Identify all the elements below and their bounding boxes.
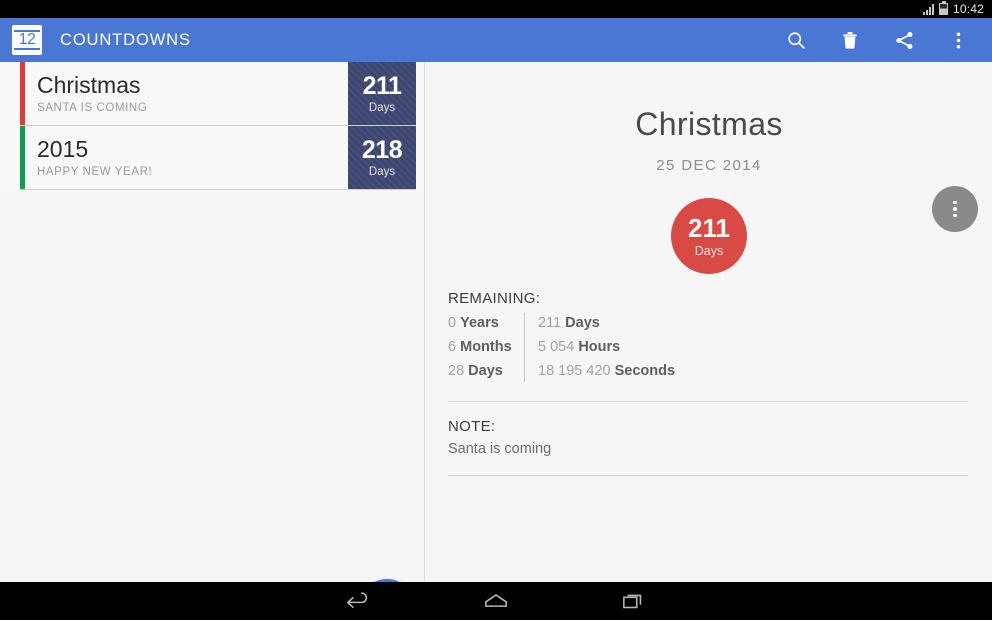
nav-home-icon[interactable] bbox=[476, 587, 516, 615]
delete-icon[interactable] bbox=[838, 28, 862, 52]
status-bar-clock: 10:42 bbox=[952, 2, 984, 16]
remaining-unit: Days bbox=[468, 363, 503, 380]
remaining-number: 0 bbox=[448, 315, 457, 331]
note-heading: NOTE: bbox=[448, 418, 496, 436]
remaining-number: 28 bbox=[448, 363, 465, 380]
list-item-badge: 218 Days bbox=[348, 126, 416, 189]
list-item-badge: 211 Days bbox=[348, 62, 416, 125]
remaining-number: 6 bbox=[448, 339, 457, 356]
nav-back-icon[interactable] bbox=[338, 587, 378, 615]
countdown-list: Christmas SANTA IS COMING 211 Days 2015 … bbox=[0, 62, 424, 190]
remaining-grid: 0 Years 6 Months 28 Days 211 Days 5 054 … bbox=[448, 313, 968, 383]
list-item-badge-unit: Days bbox=[368, 101, 396, 114]
remaining-row: 28 Days bbox=[448, 361, 524, 382]
status-bar: 10:42 bbox=[0, 0, 992, 18]
signal-bars-icon bbox=[922, 3, 934, 15]
remaining-row: 5 054 Hours bbox=[538, 337, 675, 358]
detail-days-number: 211 bbox=[688, 212, 730, 243]
remaining-unit: Hours bbox=[578, 339, 621, 356]
battery-icon bbox=[938, 1, 948, 15]
remaining-unit: Years bbox=[460, 315, 499, 331]
remaining-unit: Seconds bbox=[614, 363, 676, 380]
countdown-detail-pane: Christmas 25 DEC 2014 211 Days REMAINING… bbox=[426, 62, 992, 582]
remaining-column-right: 211 Days 5 054 Hours 18 195 420 Seconds bbox=[524, 313, 675, 383]
list-item-title: 2015 bbox=[37, 135, 89, 162]
overflow-menu-icon[interactable] bbox=[946, 28, 970, 52]
app-title: COUNTDOWNS bbox=[60, 30, 191, 49]
app-bar: 12 COUNTDOWNS bbox=[0, 18, 992, 62]
list-item[interactable]: Christmas SANTA IS COMING 211 Days bbox=[20, 62, 416, 126]
remaining-heading: REMAINING: bbox=[448, 290, 541, 307]
detail-overflow-menu-icon[interactable] bbox=[932, 186, 978, 232]
remaining-section: REMAINING: 0 Years 6 Months 28 Days 211 … bbox=[448, 274, 968, 383]
remaining-row: 211 Days bbox=[538, 313, 675, 334]
remaining-row: 6 Months bbox=[448, 337, 524, 358]
nav-recents-icon[interactable] bbox=[614, 587, 654, 615]
remaining-number: 211 bbox=[538, 315, 562, 331]
app-logo-calendar-icon: 12 bbox=[12, 25, 42, 55]
list-item-text: Christmas SANTA IS COMING bbox=[25, 62, 348, 125]
detail-days-circle: 211 Days bbox=[671, 198, 747, 274]
remaining-number: 5 054 bbox=[538, 339, 575, 356]
countdown-list-pane: Christmas SANTA IS COMING 211 Days 2015 … bbox=[0, 62, 425, 620]
remaining-row: 0 Years bbox=[448, 313, 524, 334]
remaining-row: 18 195 420 Seconds bbox=[538, 361, 675, 382]
detail-title: Christmas bbox=[635, 106, 783, 142]
list-item-subtitle: SANTA IS COMING bbox=[37, 102, 148, 115]
remaining-column-left: 0 Years 6 Months 28 Days bbox=[448, 313, 524, 382]
search-icon[interactable] bbox=[784, 28, 808, 52]
app-logo-number: 12 bbox=[18, 31, 36, 48]
list-item-title: Christmas bbox=[37, 71, 141, 98]
list-item-text: 2015 HAPPY NEW YEAR! bbox=[25, 126, 348, 189]
detail-days-unit: Days bbox=[694, 243, 724, 258]
note-body: Santa is coming bbox=[448, 441, 552, 458]
list-item-badge-number: 211 bbox=[362, 71, 402, 100]
list-item-badge-unit: Days bbox=[368, 165, 396, 178]
system-navigation-bar bbox=[0, 582, 992, 620]
remaining-number: 18 195 420 bbox=[538, 363, 611, 380]
remaining-unit: Days bbox=[565, 315, 600, 331]
device-screen: 10:42 12 COUNTDOWNS Christmas SANTA IS C… bbox=[0, 0, 992, 620]
list-item-badge-number: 218 bbox=[361, 135, 403, 164]
remaining-unit: Months bbox=[460, 339, 512, 356]
content-area: Christmas SANTA IS COMING 211 Days 2015 … bbox=[0, 62, 992, 620]
note-section: NOTE: Santa is coming bbox=[448, 401, 968, 457]
list-item-subtitle: HAPPY NEW YEAR! bbox=[37, 166, 153, 179]
share-icon[interactable] bbox=[892, 28, 916, 52]
note-section-divider bbox=[448, 475, 968, 477]
detail-date: 25 DEC 2014 bbox=[656, 157, 762, 174]
list-item[interactable]: 2015 HAPPY NEW YEAR! 218 Days bbox=[20, 126, 416, 190]
app-bar-actions bbox=[784, 28, 992, 52]
